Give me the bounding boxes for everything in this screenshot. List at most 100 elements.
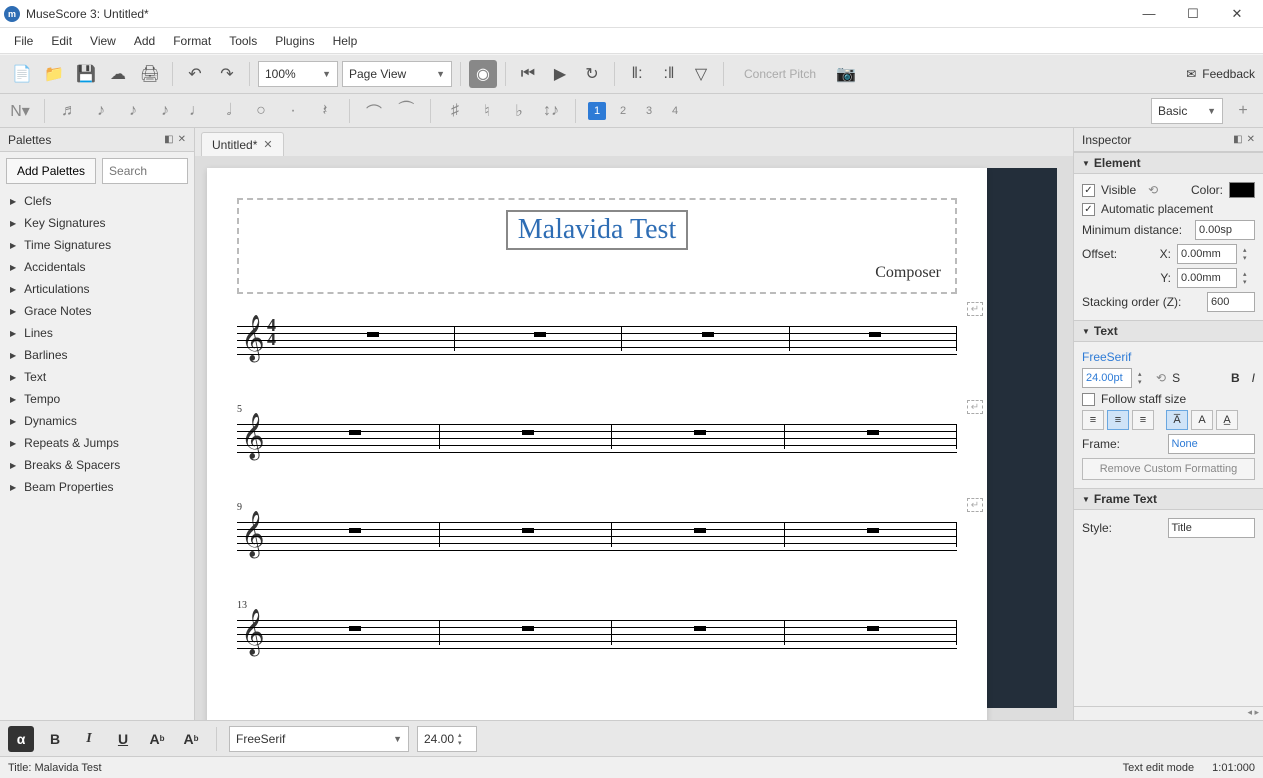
undo-icon[interactable]: ↶ — [181, 60, 209, 88]
style-combo[interactable]: Title — [1168, 518, 1256, 538]
add-workspace-icon[interactable]: + — [1231, 99, 1255, 123]
menu-file[interactable]: File — [8, 31, 39, 51]
workspace-combo[interactable]: Basic▼ — [1151, 98, 1223, 124]
feedback-button[interactable]: ✉ Feedback — [1186, 67, 1255, 81]
title-frame[interactable]: Malavida Test Composer — [237, 198, 957, 294]
note-whole-icon[interactable]: ○ — [249, 99, 273, 123]
image-capture-icon[interactable]: ◉ — [469, 60, 497, 88]
repeat-end-icon[interactable]: :‖ — [655, 60, 683, 88]
offset-x-input[interactable]: 0.00mm — [1177, 244, 1237, 264]
menu-tools[interactable]: Tools — [223, 31, 263, 51]
undock-icon[interactable]: ◧ — [164, 134, 173, 145]
score-canvas[interactable]: Malavida Test Composer ↵ 𝄞 44 ↵ 5 — [195, 156, 1073, 720]
color-picker[interactable] — [1229, 182, 1255, 198]
document-tab[interactable]: Untitled*✕ — [201, 132, 284, 156]
palette-item[interactable]: ▶Time Signatures — [0, 234, 194, 256]
underline-button[interactable]: U — [110, 726, 136, 752]
undock-icon[interactable]: ◧ — [1233, 134, 1242, 145]
font-size-input[interactable]: 24.00▴▾ — [417, 726, 477, 752]
rest-icon[interactable]: 𝄽 — [313, 99, 337, 123]
subscript-button[interactable]: Ab — [144, 726, 170, 752]
valign-top-icon[interactable]: A̅ — [1166, 410, 1188, 430]
tie-icon[interactable]: ⌒ — [362, 99, 386, 123]
reset-icon[interactable]: ⟲ — [1148, 183, 1158, 197]
natural-icon[interactable]: ♮ — [475, 99, 499, 123]
align-right-icon[interactable]: ≡ — [1132, 410, 1154, 430]
frame-combo[interactable]: None — [1168, 434, 1256, 454]
italic-button[interactable]: I — [1252, 371, 1255, 385]
print-icon[interactable]: 🖨 — [136, 60, 164, 88]
remove-formatting-button[interactable]: Remove Custom Formatting — [1082, 458, 1255, 480]
voice-4-button[interactable]: 4 — [666, 102, 684, 120]
menu-add[interactable]: Add — [128, 31, 161, 51]
menu-format[interactable]: Format — [167, 31, 217, 51]
palette-item[interactable]: ▶Breaks & Spacers — [0, 454, 194, 476]
palette-item[interactable]: ▶Articulations — [0, 278, 194, 300]
score-title[interactable]: Malavida Test — [506, 210, 688, 250]
palette-item[interactable]: ▶Text — [0, 366, 194, 388]
close-panel-icon[interactable]: ✕ — [1247, 134, 1255, 145]
palette-item[interactable]: ▶Key Signatures — [0, 212, 194, 234]
bold-button[interactable]: B — [42, 726, 68, 752]
menu-view[interactable]: View — [84, 31, 122, 51]
palette-item[interactable]: ▶Tempo — [0, 388, 194, 410]
voice-3-button[interactable]: 3 — [640, 102, 658, 120]
autoplace-checkbox[interactable]: ✓ — [1082, 203, 1095, 216]
minimize-button[interactable]: ― — [1127, 0, 1171, 28]
palette-item[interactable]: ▶Dynamics — [0, 410, 194, 432]
save-icon[interactable]: 💾 — [72, 60, 100, 88]
metronome-icon[interactable]: ▽ — [687, 60, 715, 88]
menu-edit[interactable]: Edit — [45, 31, 78, 51]
cloud-icon[interactable]: ☁ — [104, 60, 132, 88]
palette-item[interactable]: ▶Beam Properties — [0, 476, 194, 498]
valign-mid-icon[interactable]: A — [1191, 410, 1213, 430]
note-64th-icon[interactable]: ♬ — [57, 99, 81, 123]
loop-icon[interactable]: ↻ — [578, 60, 606, 88]
menu-help[interactable]: Help — [327, 31, 364, 51]
element-section-header[interactable]: ▼Element — [1074, 152, 1263, 174]
flip-icon[interactable]: ↕♪ — [539, 99, 563, 123]
palette-item[interactable]: ▶Repeats & Jumps — [0, 432, 194, 454]
add-palettes-button[interactable]: Add Palettes — [6, 158, 96, 184]
stacking-order-input[interactable]: 600 — [1207, 292, 1255, 312]
visible-checkbox[interactable]: ✓ — [1082, 184, 1095, 197]
staff-system[interactable]: 𝄞 — [237, 418, 957, 456]
note-16th-icon[interactable]: ♪ — [121, 99, 145, 123]
open-folder-icon[interactable]: 📁 — [40, 60, 68, 88]
dot-icon[interactable]: · — [281, 99, 305, 123]
note-half-icon[interactable]: 𝅗𝅥 — [217, 99, 241, 123]
staff-system[interactable]: 𝄞 — [237, 614, 957, 652]
repeat-start-icon[interactable]: ‖: — [623, 60, 651, 88]
slur-icon[interactable]: ⏜ — [394, 99, 418, 123]
close-tab-icon[interactable]: ✕ — [263, 138, 272, 151]
text-section-header[interactable]: ▼Text — [1074, 320, 1263, 342]
new-file-icon[interactable]: 📄 — [8, 60, 36, 88]
frame-text-section-header[interactable]: ▼Frame Text — [1074, 488, 1263, 510]
follow-staff-checkbox[interactable] — [1082, 393, 1095, 406]
palette-item[interactable]: ▶Accidentals — [0, 256, 194, 278]
min-distance-input[interactable]: 0.00sp — [1195, 220, 1255, 240]
valign-bottom-icon[interactable]: A̲ — [1216, 410, 1238, 430]
font-family-combo[interactable]: FreeSerif▼ — [229, 726, 409, 752]
zoom-combo[interactable]: 100%▼ — [258, 61, 338, 87]
voice-1-button[interactable]: 1 — [588, 102, 606, 120]
palette-search-input[interactable] — [102, 158, 188, 184]
horizontal-scrollbar[interactable]: ◂ ▸ — [1074, 706, 1263, 720]
bold-button[interactable]: B — [1231, 371, 1240, 385]
font-family-combo[interactable]: FreeSerif — [1082, 350, 1131, 364]
offset-y-input[interactable]: 0.00mm — [1177, 268, 1237, 288]
note-input-mode-icon[interactable]: N▾ — [8, 99, 32, 123]
redo-icon[interactable]: ↷ — [213, 60, 241, 88]
play-icon[interactable]: ▶ — [546, 60, 574, 88]
close-button[interactable]: ✕ — [1215, 0, 1259, 28]
palette-item[interactable]: ▶Grace Notes — [0, 300, 194, 322]
note-32nd-icon[interactable]: ♪ — [89, 99, 113, 123]
rewind-icon[interactable]: ⏮ — [514, 60, 542, 88]
align-center-icon[interactable]: ≡ — [1107, 410, 1129, 430]
align-left-icon[interactable]: ≡ — [1082, 410, 1104, 430]
superscript-button[interactable]: Ab — [178, 726, 204, 752]
menu-plugins[interactable]: Plugins — [269, 31, 320, 51]
italic-button[interactable]: I — [76, 726, 102, 752]
reset-icon[interactable]: ⟲ — [1156, 371, 1166, 385]
palette-item[interactable]: ▶Barlines — [0, 344, 194, 366]
